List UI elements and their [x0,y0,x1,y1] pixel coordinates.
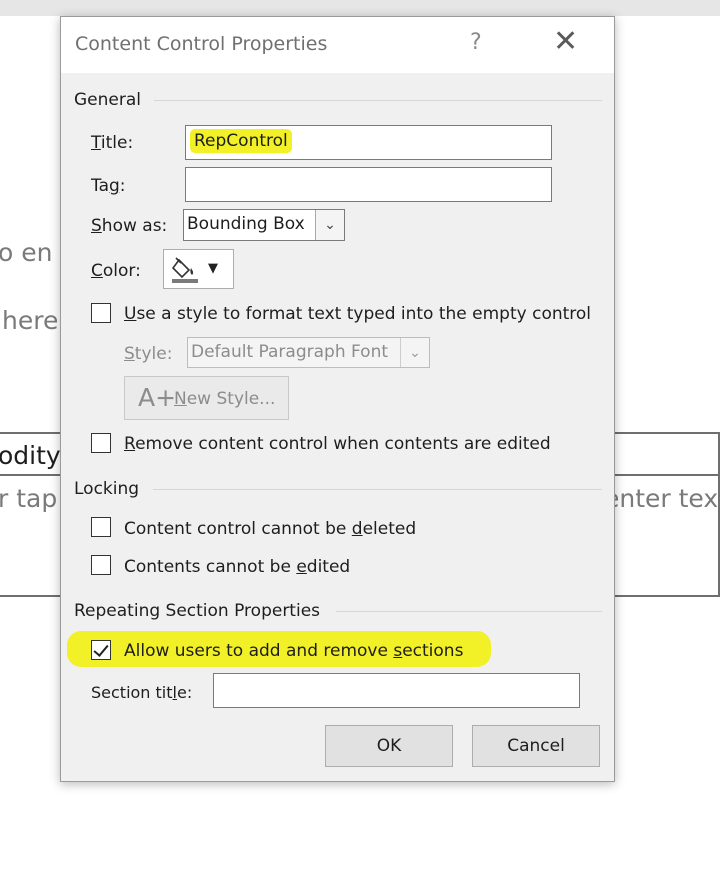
section-title-label: Section title: [91,683,193,702]
close-icon[interactable]: ✕ [553,25,578,59]
cannot-delete-label: Content control cannot be deleted [124,519,417,539]
locking-section-heading: Locking [74,479,140,499]
help-icon[interactable]: ? [470,30,482,55]
section-title-input[interactable] [213,673,580,708]
allow-sections-checkbox[interactable] [91,640,111,660]
repeating-separator [336,611,602,612]
bg-text-enter: o en [0,238,53,267]
chevron-down-icon: ⌄ [315,210,344,240]
tag-label: Tag: [91,176,126,196]
tag-input[interactable] [185,167,552,202]
bg-text-tap: r tap [0,484,58,513]
general-separator [154,100,602,101]
cannot-delete-checkbox[interactable] [91,517,111,537]
remove-control-checkbox[interactable] [91,433,111,453]
remove-control-label: Remove content control when contents are… [124,434,551,454]
use-style-checkbox[interactable] [91,303,111,323]
show-as-label: Show as: [91,216,168,236]
cancel-button[interactable]: Cancel [472,725,600,767]
title-value: RepControl [190,129,292,153]
style-label: Style: [124,344,173,364]
new-style-icon: A+ [138,383,177,412]
bg-text-here: here [2,306,59,335]
ok-button[interactable]: OK [325,725,453,767]
show-as-select[interactable]: Bounding Box ⌄ [183,209,345,241]
color-label: Color: [91,261,141,281]
style-select[interactable]: Default Paragraph Font ⌄ [187,337,430,368]
document-top-bar [0,0,720,16]
bg-text-enter-text: enter tex [604,484,719,513]
color-picker-button[interactable]: ▼ [163,249,234,289]
chevron-down-icon: ⌄ [400,338,429,367]
general-section-heading: General [74,90,141,110]
cannot-edit-checkbox[interactable] [91,555,111,575]
content-control-properties-dialog: Content Control Properties ? ✕ General T… [60,16,615,782]
paint-bucket-icon [171,257,198,283]
show-as-value: Bounding Box [187,214,305,234]
title-label: Title: [91,133,134,153]
cannot-edit-label: Contents cannot be edited [124,557,351,577]
allow-sections-label: Allow users to add and remove sections [124,641,464,661]
style-value: Default Paragraph Font [191,342,389,362]
color-dropdown-arrow-icon: ▼ [208,261,218,276]
use-style-label: Use a style to format text typed into th… [124,304,592,324]
title-input[interactable]: RepControl [185,125,552,160]
locking-separator [153,489,602,490]
dialog-titlebar: Content Control Properties ? ✕ [61,17,614,73]
new-style-button[interactable]: A+ New Style... [124,376,289,420]
dialog-title: Content Control Properties [75,33,328,55]
new-style-label: New Style... [174,389,276,409]
repeating-section-heading: Repeating Section Properties [74,601,321,621]
bg-text-commodity: odity [0,441,61,470]
